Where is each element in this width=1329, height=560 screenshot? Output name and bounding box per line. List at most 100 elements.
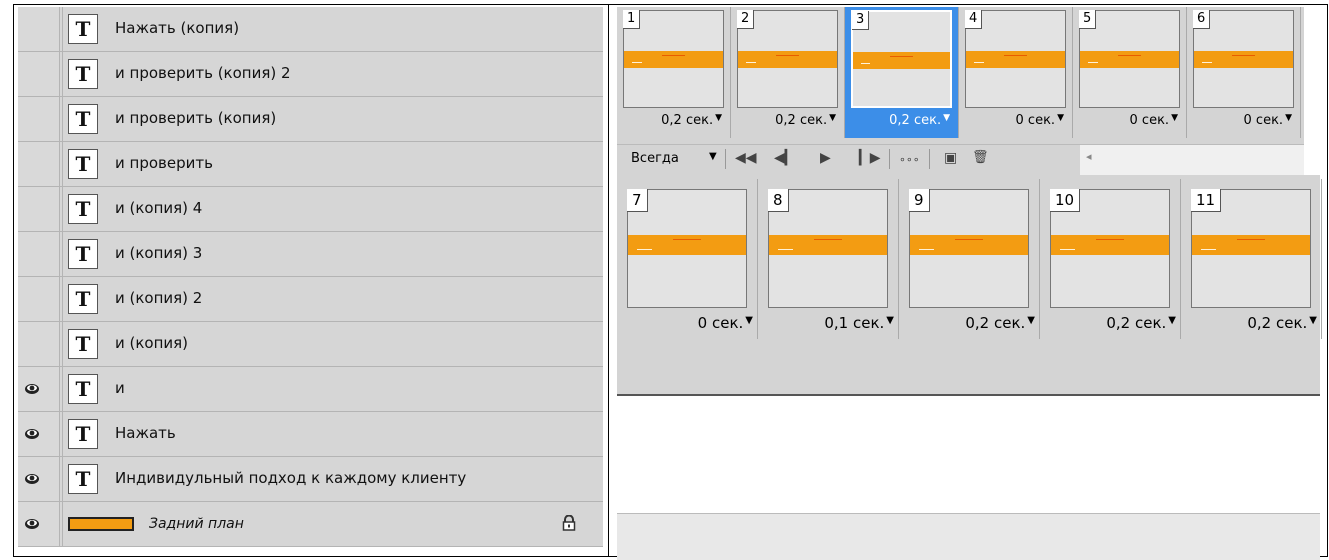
divider (62, 322, 63, 366)
chevron-down-icon[interactable]: ▼ (1285, 113, 1292, 123)
first-frame-icon[interactable]: ◀◀ (735, 150, 757, 166)
visibility-toggle[interactable] (18, 142, 60, 186)
layer-row[interactable]: Задний план (18, 502, 603, 547)
chevron-down-icon[interactable]: ▼ (886, 315, 894, 326)
animation-frame[interactable]: 8 0,1 сек. ▼ (758, 179, 899, 339)
layer-row[interactable]: T Нажать (копия) (18, 7, 603, 52)
frame-thumbnail: 2 (737, 10, 838, 108)
banner-preview (910, 235, 1028, 255)
visibility-toggle[interactable] (18, 322, 60, 366)
frame-delay-value: 0,2 сек. (889, 113, 942, 128)
play-icon[interactable]: ▶ (820, 150, 831, 166)
horizontal-scrollbar[interactable]: ◂ (1080, 145, 1304, 175)
frame-delay[interactable]: 0 сек. ▼ (1130, 113, 1178, 128)
chevron-down-icon[interactable]: ▼ (715, 113, 722, 123)
animation-frame[interactable]: 3 0,2 сек. ▼ (845, 7, 959, 138)
animation-frame[interactable]: 10 0,2 сек. ▼ (1040, 179, 1181, 339)
frame-delay-value: 0 сек. (1129, 113, 1170, 128)
chevron-down-icon[interactable]: ▼ (709, 151, 717, 162)
visibility-toggle[interactable] (18, 457, 60, 501)
layer-row[interactable]: Tи проверить (копия) 2 (18, 52, 603, 97)
frame-delay-value: 0 сек. (1015, 113, 1056, 128)
divider (62, 97, 63, 141)
banner-preview (966, 51, 1065, 68)
layer-row[interactable]: Tи (копия) 3 (18, 232, 603, 277)
layer-row[interactable]: Tи проверить (18, 142, 603, 187)
layer-row[interactable]: T Нажать (18, 412, 603, 457)
divider (62, 52, 63, 96)
layer-row[interactable]: Tи (копия) 4 (18, 187, 603, 232)
status-bar (617, 513, 1320, 560)
animation-frame[interactable]: 7 0 сек. ▼ (617, 179, 758, 339)
chevron-down-icon[interactable]: ▼ (829, 113, 836, 123)
animation-frame[interactable]: 1 0,2 сек. ▼ (617, 7, 731, 138)
frame-delay[interactable]: 0,2 сек. ▼ (1106, 314, 1176, 332)
frames-strip-bottom: 11 0,2 сек. ▼ 10 0,2 сек. ▼ 9 0,2 сек. ▼ 8 0,1 сек… (617, 175, 1322, 560)
loop-select[interactable]: Всегда (631, 151, 679, 166)
frame-thumbnail: 10 (1050, 189, 1170, 308)
animation-frame[interactable]: 6 0 сек. ▼ (1187, 7, 1301, 138)
visibility-toggle[interactable] (18, 97, 60, 141)
text-layer-icon: T (68, 419, 98, 449)
layer-row[interactable]: Tи проверить (копия) (18, 97, 603, 142)
chevron-down-icon[interactable]: ▼ (943, 113, 950, 123)
frame-number: 8 (768, 189, 789, 212)
divider (725, 149, 726, 169)
frame-thumbnail: 8 (768, 189, 888, 308)
chevron-down-icon[interactable]: ▼ (745, 315, 753, 326)
eye-icon (24, 471, 40, 485)
text-layer-icon: T (68, 59, 98, 89)
frame-delay[interactable]: 0 сек. ▼ (1016, 113, 1064, 128)
scroll-left-icon[interactable]: ◂ (1086, 150, 1092, 163)
frame-delay[interactable]: 0 сек. ▼ (698, 314, 753, 332)
text-layer-icon: T (68, 14, 98, 44)
layer-thumbnail (68, 517, 134, 531)
layer-row[interactable]: Tи (копия) 2 (18, 277, 603, 322)
layer-row[interactable]: T Индивидульный подход к каждому клиенту (18, 457, 603, 502)
animation-frame[interactable]: 5 0 сек. ▼ (1073, 7, 1187, 138)
frame-number: 6 (1193, 10, 1211, 29)
frame-delay[interactable]: 0,1 сек. ▼ (824, 314, 894, 332)
frame-delay[interactable]: 0,2 сек. ▼ (1247, 314, 1317, 332)
banner-preview (769, 235, 887, 255)
chevron-down-icon[interactable]: ▼ (1171, 113, 1178, 123)
visibility-toggle[interactable] (18, 502, 60, 546)
frame-thumbnail: 1 (623, 10, 724, 108)
chevron-down-icon[interactable]: ▼ (1027, 315, 1035, 326)
visibility-toggle[interactable] (18, 187, 60, 231)
frame-number: 7 (627, 189, 648, 212)
layer-name: и проверить (копия) (115, 109, 277, 127)
animation-frame[interactable]: 2 0,2 сек. ▼ (731, 7, 845, 138)
duplicate-frame-icon[interactable]: ▣ (944, 150, 957, 166)
banner-preview (1194, 51, 1293, 68)
banner-preview (1080, 51, 1179, 68)
divider (62, 367, 63, 411)
visibility-toggle[interactable] (18, 7, 60, 51)
layer-row[interactable]: Tи (копия) (18, 322, 603, 367)
chevron-down-icon[interactable]: ▼ (1309, 315, 1317, 326)
visibility-toggle[interactable] (18, 52, 60, 96)
visibility-toggle[interactable] (18, 232, 60, 276)
frame-delay[interactable]: 0,2 сек. ▼ (965, 314, 1035, 332)
banner-preview (628, 235, 746, 255)
visibility-toggle[interactable] (18, 412, 60, 456)
frame-delay[interactable]: 0 сек. ▼ (1244, 113, 1292, 128)
frame-delay[interactable]: 0,2 сек. ▼ (775, 113, 836, 128)
visibility-toggle[interactable] (18, 367, 60, 411)
frame-delay[interactable]: 0,2 сек. ▼ (889, 113, 950, 128)
next-frame-icon[interactable]: ▎▶ (859, 150, 881, 166)
frame-number: 1 (623, 10, 641, 29)
previous-frame-icon[interactable]: ◀▎ (774, 150, 796, 166)
frame-number: 5 (1079, 10, 1097, 29)
visibility-toggle[interactable] (18, 277, 60, 321)
animation-frame[interactable]: 9 0,2 сек. ▼ (899, 179, 1040, 339)
trash-icon[interactable]: 🗑 (972, 150, 989, 165)
animation-frame[interactable]: 11 0,2 сек. ▼ (1181, 179, 1322, 339)
chevron-down-icon[interactable]: ▼ (1057, 113, 1064, 123)
frame-delay[interactable]: 0,2 сек. ▼ (661, 113, 722, 128)
layer-row[interactable]: Tи (18, 367, 603, 412)
animation-frame[interactable]: 4 0 сек. ▼ (959, 7, 1073, 138)
chevron-down-icon[interactable]: ▼ (1168, 315, 1176, 326)
divider (62, 142, 63, 186)
tween-icon[interactable]: ∘∘∘ (899, 153, 920, 166)
